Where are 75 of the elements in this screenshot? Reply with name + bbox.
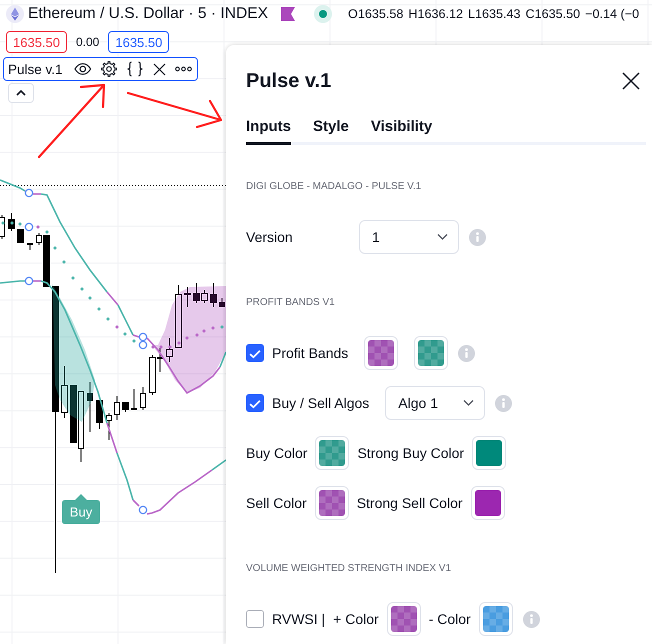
close-icon [622,72,640,90]
chevron-down-icon [463,399,474,407]
select-dropdown[interactable]: 1 [359,220,459,254]
info-icon [522,610,540,628]
field-label: + Color [333,611,379,627]
sell-price-button[interactable]: 1635.50 [6,31,67,53]
symbol-title: Ethereum / U.S. Dollar · 5 · INDEX [28,4,268,24]
tab[interactable]: Visibility [370,113,432,145]
info-icon [495,394,512,412]
section-title: PROFIT BANDS V1 [246,296,336,310]
candle [184,286,191,308]
tab[interactable]: Style [313,113,349,145]
section-title: DIGI GLOBE - MADALGO - PULSE V.1 [246,180,422,194]
price-value: O1635.58 [348,6,404,22]
checkbox-label[interactable]: Profit Bands [272,345,348,361]
section-title: VOLUME WEIGHTED STRENGTH INDEX V1 [246,562,452,576]
circle-marker [138,332,148,342]
dialog-title: Pulse v.1 [246,70,332,92]
field-label: - Color [428,611,471,627]
candle [17,228,24,244]
candle [131,388,137,410]
status-dot-icon [314,5,332,23]
candle [96,400,103,430]
candle [8,212,15,232]
indicator-legend[interactable]: Pulse v.1 [3,57,198,81]
caret-up-icon [16,89,26,97]
candle [106,412,112,440]
candle [140,386,146,410]
checkbox[interactable] [246,394,264,412]
eye-icon [74,61,92,77]
field-label: Strong Sell Color [356,495,463,511]
price-value: −0.14 (−0 [585,6,640,22]
candle [166,338,173,362]
buy-price-button[interactable]: 1635.50 [108,31,170,53]
indicator-name[interactable]: Pulse v.1 [8,62,63,76]
circle-marker [24,222,34,232]
info-icon [458,344,476,362]
flag-icon [281,7,296,21]
field-label: Sell Color [246,495,307,511]
select-dropdown[interactable]: Algo 1 [385,386,486,420]
circle-marker [24,276,34,286]
more-icon [174,66,192,72]
info-icon [469,228,486,246]
circle-marker [138,340,148,350]
signal-label: Buy [62,494,100,524]
candle [0,214,5,240]
candle [114,396,120,420]
price-value: L1635.43 [468,6,521,22]
checkbox-label[interactable]: RVWSI | [272,611,326,627]
close-icon [152,62,166,76]
field-label: Version [246,229,294,245]
candle [210,282,217,308]
collapse-button[interactable] [8,83,34,103]
price-value: H1636.12 [408,6,463,22]
braces-icon [126,61,144,77]
circle-marker [24,188,34,198]
price-value: C1635.50 [526,6,580,22]
checkbox[interactable] [246,344,264,362]
candle [87,382,93,432]
field-label: Buy Color [246,445,308,461]
candle [122,402,129,412]
candle [175,284,182,348]
checkbox[interactable] [246,610,264,628]
spread-value: 0.00 [76,35,100,49]
braces-button[interactable] [124,59,145,79]
checkbox-label[interactable]: Buy / Sell Algos [272,395,370,411]
chevron-down-icon [437,233,448,241]
candle [61,366,68,418]
circle-marker [138,506,148,514]
field-label: Strong Buy Color [357,445,464,461]
settings-icon [100,61,117,77]
candle [219,298,225,308]
candle [27,242,33,250]
settings-button[interactable] [100,59,118,79]
tab[interactable]: Inputs [246,113,291,145]
